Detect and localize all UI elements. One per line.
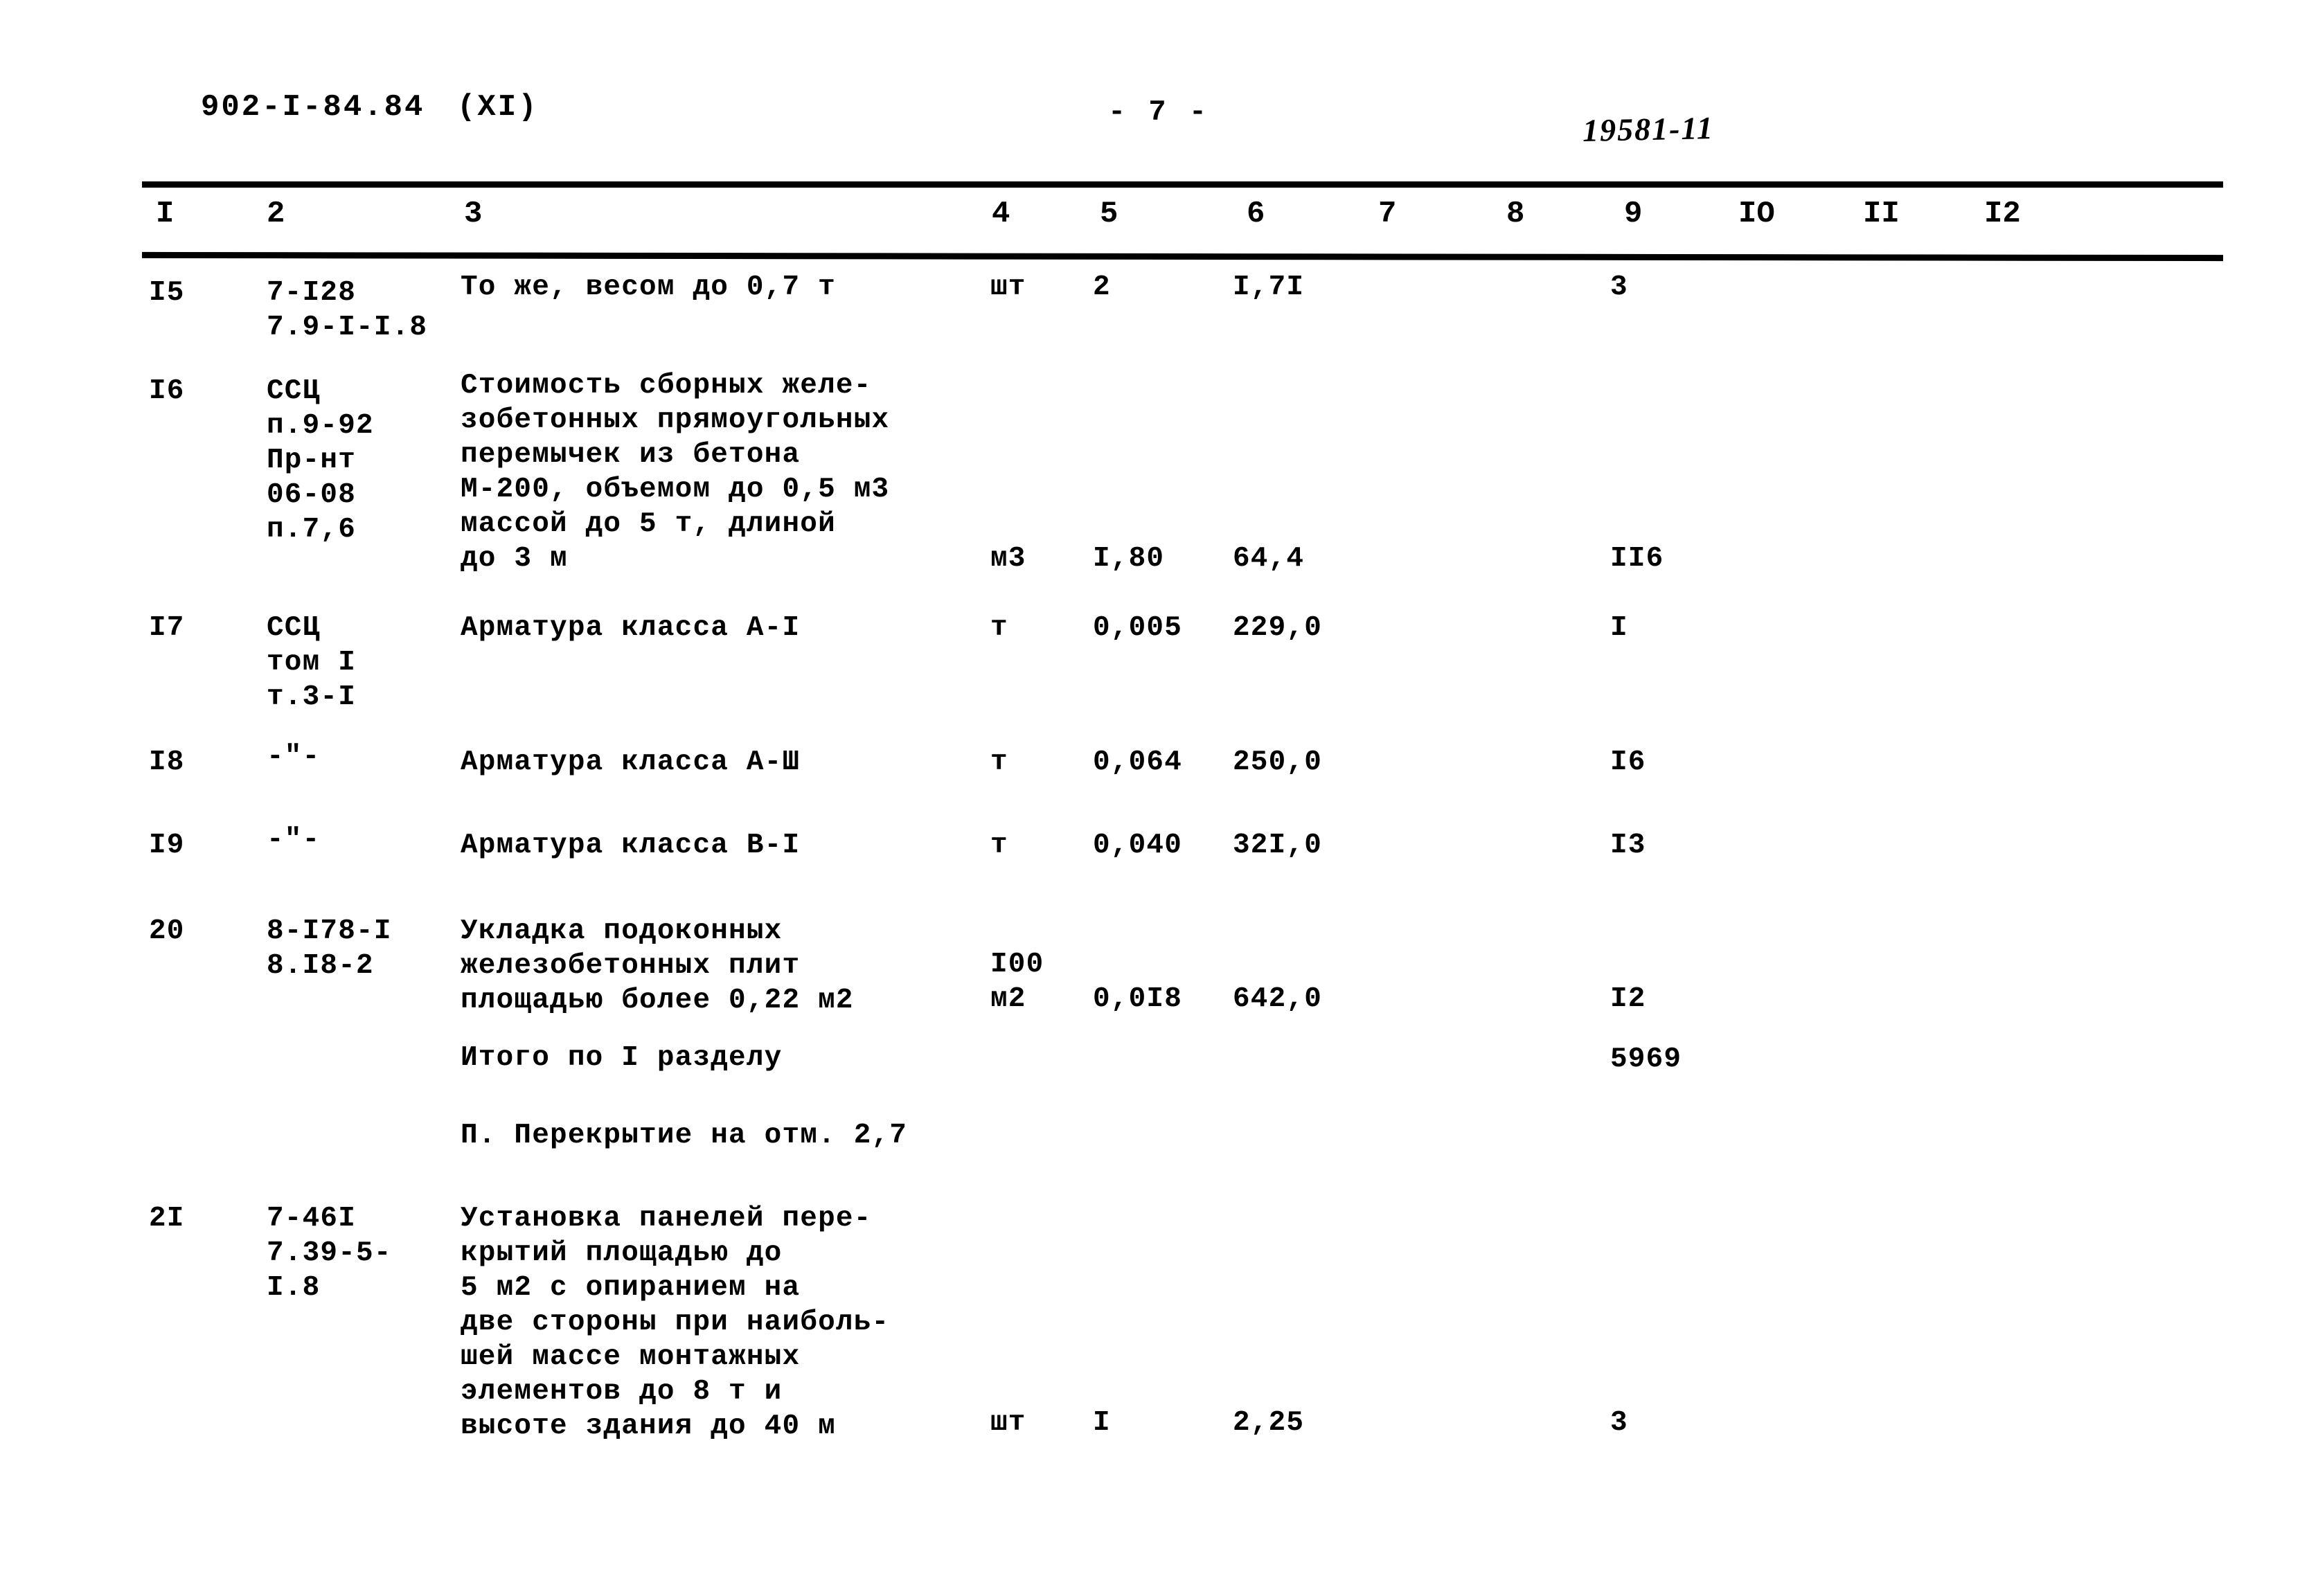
row-unit: т xyxy=(990,746,1008,778)
table-row: 20 8-I78-I 8.I8-2 Укладка подоконных жел… xyxy=(0,914,2300,1035)
row-total: I2 xyxy=(1610,983,1646,1015)
row-number: I8 xyxy=(149,746,185,778)
row-number: I9 xyxy=(149,830,185,861)
row-number: 2I xyxy=(149,1203,185,1235)
table-row: I5 7-I28 7.9-I-I.8 То же, весом до 0,7 т… xyxy=(0,270,2300,374)
row-unit-price: 64,4 xyxy=(1233,543,1305,575)
column-header-3: 3 xyxy=(464,197,483,231)
row-description: Арматура класса А-Ш xyxy=(461,746,801,778)
row-quantity: 2 xyxy=(1093,271,1111,303)
row-unit-price: 2,25 xyxy=(1233,1407,1305,1439)
row-unit: м3 xyxy=(990,543,1026,575)
table-row: I8 -"- Арматура класса А-Ш т 0,064 250,0… xyxy=(0,741,2300,824)
row-unit-price: I,7I xyxy=(1233,271,1305,303)
row-code: 7-46I 7.39-5- I.8 xyxy=(267,1203,392,1304)
row-code: -"- xyxy=(267,741,321,773)
row-quantity: I,80 xyxy=(1093,543,1165,575)
section-heading-row: П. Перекрытие на отм. 2,7 xyxy=(0,1111,2300,1201)
table-column-headers: I 2 3 4 5 6 7 8 9 IO II I2 xyxy=(0,197,2300,252)
stamp-number: 19581-11 xyxy=(1582,110,1715,148)
row-unit-price: 250,0 xyxy=(1233,746,1323,778)
section-heading: П. Перекрытие на отм. 2,7 xyxy=(461,1120,908,1151)
column-header-7: 7 xyxy=(1378,197,1397,231)
row-description: То же, весом до 0,7 т xyxy=(461,271,836,303)
column-header-6: 6 xyxy=(1247,197,1265,231)
row-quantity: 0,064 xyxy=(1093,746,1183,778)
row-unit: т xyxy=(990,612,1008,644)
subtotal-label: Итого по I разделу xyxy=(461,1042,783,1074)
row-total: I xyxy=(1610,612,1628,644)
table-subtotal-row: Итого по I разделу 5969 xyxy=(0,1035,2300,1111)
row-unit: шт xyxy=(990,271,1026,303)
column-header-12: I2 xyxy=(1984,197,2021,231)
row-number: I5 xyxy=(149,277,185,309)
column-header-8: 8 xyxy=(1506,197,1525,231)
column-header-11: II xyxy=(1863,197,1900,231)
row-code: ССЦ п.9-92 Пр-нт 06-08 п.7,6 xyxy=(267,375,374,546)
page-number: - 7 - xyxy=(1108,96,1210,129)
row-unit-price: 642,0 xyxy=(1233,983,1323,1015)
row-description: Арматура класса В-I xyxy=(461,830,801,861)
row-code: -"- xyxy=(267,824,321,856)
row-total: I6 xyxy=(1610,746,1646,778)
row-quantity: 0,0I8 xyxy=(1093,983,1183,1015)
row-number: 20 xyxy=(149,915,185,947)
row-quantity: 0,005 xyxy=(1093,612,1183,644)
table-rule-bottom xyxy=(141,251,2224,262)
subtotal-value: 5969 xyxy=(1610,1043,1682,1075)
row-description: Стоимость сборных желе- зобетонных прямо… xyxy=(461,370,890,575)
table-row: I9 -"- Арматура класса В-I т 0,040 32I,0… xyxy=(0,824,2300,914)
row-number: I7 xyxy=(149,612,185,644)
table-row: I6 ССЦ п.9-92 Пр-нт 06-08 п.7,6 Стоимост… xyxy=(0,370,2300,602)
column-header-1: I xyxy=(156,197,175,231)
row-description: Укладка подоконных железобетонных плит п… xyxy=(461,915,854,1016)
row-unit-price: 229,0 xyxy=(1233,612,1323,644)
row-quantity: 0,040 xyxy=(1093,830,1183,861)
row-total: I3 xyxy=(1610,830,1646,861)
column-header-2: 2 xyxy=(267,197,285,231)
row-unit-price: 32I,0 xyxy=(1233,830,1323,861)
document-header: 902-I-84.84 (XI) - 7 - 19581-11 xyxy=(0,90,2300,148)
table-row: 2I 7-46I 7.39-5- I.8 Установка панелей п… xyxy=(0,1201,2300,1478)
column-header-9: 9 xyxy=(1624,197,1643,231)
row-unit: т xyxy=(990,830,1008,861)
table-rule-top xyxy=(142,181,2223,188)
row-number: I6 xyxy=(149,375,185,407)
document-volume: (XI) xyxy=(457,90,539,125)
table-body: I5 7-I28 7.9-I-I.8 То же, весом до 0,7 т… xyxy=(0,270,2300,1478)
row-code: ССЦ том I т.3-I xyxy=(267,612,357,713)
row-unit: I00 м2 xyxy=(990,949,1044,1015)
row-code: 8-I78-I 8.I8-2 xyxy=(267,915,392,982)
row-code: 7-I28 7.9-I-I.8 xyxy=(267,277,428,343)
row-total: II6 xyxy=(1610,543,1664,575)
column-header-10: IO xyxy=(1738,197,1775,231)
row-description: Арматура класса А-I xyxy=(461,612,801,644)
document-code: 902-I-84.84 xyxy=(201,90,425,125)
row-quantity: I xyxy=(1093,1407,1111,1439)
row-total: 3 xyxy=(1610,271,1628,303)
table-row: I7 ССЦ том I т.3-I Арматура класса А-I т… xyxy=(0,602,2300,741)
row-description: Установка панелей пере- крытий площадью … xyxy=(461,1203,890,1442)
column-header-4: 4 xyxy=(992,197,1010,231)
row-unit: шт xyxy=(990,1407,1026,1439)
row-total: 3 xyxy=(1610,1407,1628,1439)
document-page: 902-I-84.84 (XI) - 7 - 19581-11 I 2 3 4 … xyxy=(0,0,2300,1596)
column-header-5: 5 xyxy=(1100,197,1118,231)
